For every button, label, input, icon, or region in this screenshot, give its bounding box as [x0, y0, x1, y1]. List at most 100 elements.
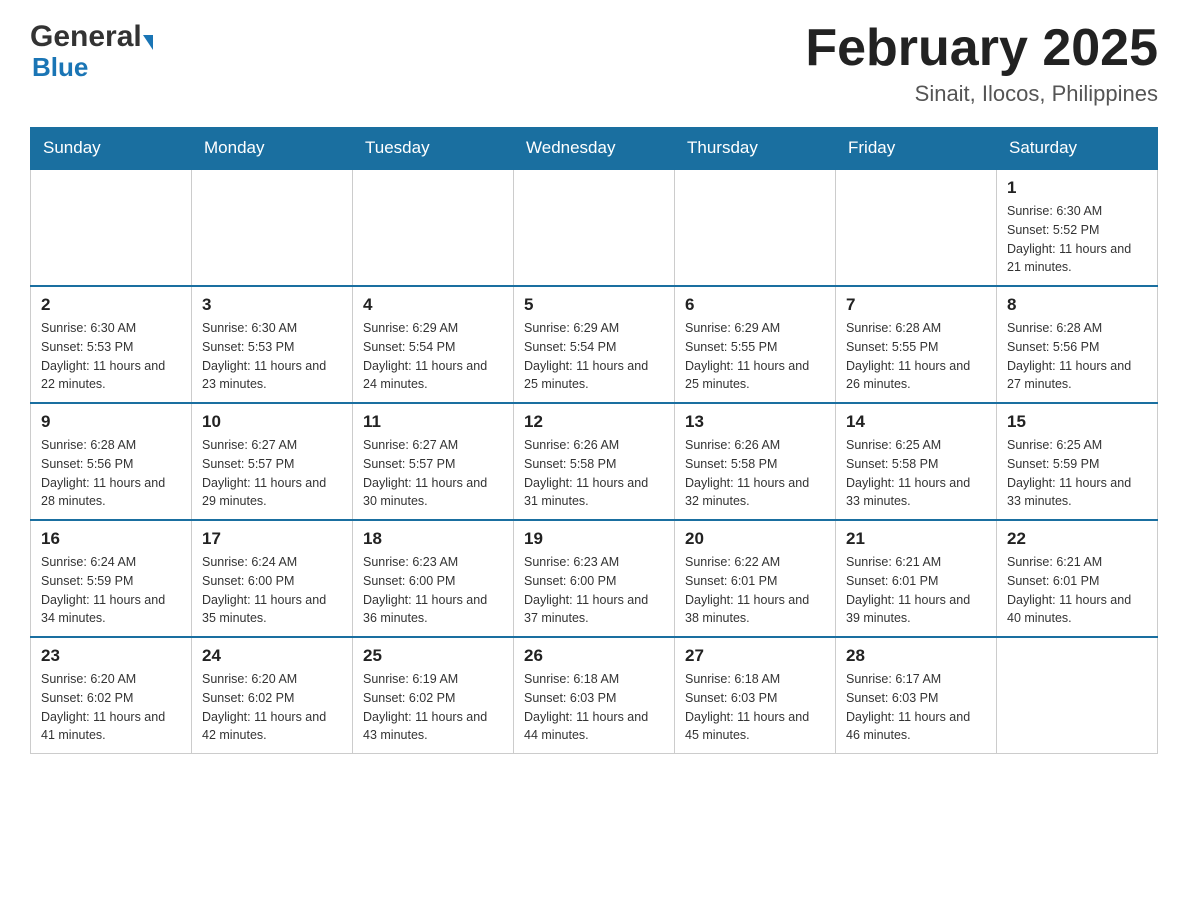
day-number: 26	[524, 646, 664, 666]
day-number: 18	[363, 529, 503, 549]
day-number: 1	[1007, 178, 1147, 198]
day-number: 28	[846, 646, 986, 666]
day-number: 5	[524, 295, 664, 315]
calendar-cell: 16 Sunrise: 6:24 AM Sunset: 5:59 PM Dayli…	[31, 520, 192, 637]
calendar-cell: 19 Sunrise: 6:23 AM Sunset: 6:00 PM Dayli…	[514, 520, 675, 637]
day-number: 12	[524, 412, 664, 432]
calendar-cell: 8 Sunrise: 6:28 AM Sunset: 5:56 PM Daylig…	[997, 286, 1158, 403]
day-info: Sunrise: 6:30 AM Sunset: 5:52 PM Dayligh…	[1007, 202, 1147, 277]
day-info: Sunrise: 6:19 AM Sunset: 6:02 PM Dayligh…	[363, 670, 503, 745]
calendar-table: SundayMondayTuesdayWednesdayThursdayFrid…	[30, 127, 1158, 754]
day-info: Sunrise: 6:29 AM Sunset: 5:54 PM Dayligh…	[363, 319, 503, 394]
day-number: 21	[846, 529, 986, 549]
day-info: Sunrise: 6:29 AM Sunset: 5:54 PM Dayligh…	[524, 319, 664, 394]
day-info: Sunrise: 6:23 AM Sunset: 6:00 PM Dayligh…	[524, 553, 664, 628]
calendar-cell: 28 Sunrise: 6:17 AM Sunset: 6:03 PM Dayli…	[836, 637, 997, 754]
calendar-cell	[836, 169, 997, 286]
calendar-cell: 7Sunrise: 6:28 AM Sunset: 5:55 PM Daylig…	[836, 286, 997, 403]
calendar-cell	[31, 169, 192, 286]
day-number: 3	[202, 295, 342, 315]
day-number: 13	[685, 412, 825, 432]
title-section: February 2025 Sinait, Ilocos, Philippine…	[805, 20, 1158, 107]
week-row-1: 2 Sunrise: 6:30 AM Sunset: 5:53 PM Daylig…	[31, 286, 1158, 403]
day-info: Sunrise: 6:28 AM Sunset: 5:56 PM Dayligh…	[41, 436, 181, 511]
weekday-header-tuesday: Tuesday	[353, 128, 514, 170]
day-info: Sunrise: 6:21 AM Sunset: 6:01 PM Dayligh…	[846, 553, 986, 628]
day-info: Sunrise: 6:22 AM Sunset: 6:01 PM Dayligh…	[685, 553, 825, 628]
weekday-header-wednesday: Wednesday	[514, 128, 675, 170]
calendar-cell: 12 Sunrise: 6:26 AM Sunset: 5:58 PM Dayli…	[514, 403, 675, 520]
calendar-cell: 26 Sunrise: 6:18 AM Sunset: 6:03 PM Dayli…	[514, 637, 675, 754]
week-row-2: 9 Sunrise: 6:28 AM Sunset: 5:56 PM Daylig…	[31, 403, 1158, 520]
weekday-header-friday: Friday	[836, 128, 997, 170]
day-info: Sunrise: 6:18 AM Sunset: 6:03 PM Dayligh…	[524, 670, 664, 745]
day-number: 17	[202, 529, 342, 549]
day-number: 6	[685, 295, 825, 315]
day-info: Sunrise: 6:27 AM Sunset: 5:57 PM Dayligh…	[202, 436, 342, 511]
day-info: Sunrise: 6:30 AM Sunset: 5:53 PM Dayligh…	[41, 319, 181, 394]
calendar-title: February 2025	[805, 20, 1158, 77]
calendar-cell	[675, 169, 836, 286]
day-number: 27	[685, 646, 825, 666]
calendar-cell: 5 Sunrise: 6:29 AM Sunset: 5:54 PM Daylig…	[514, 286, 675, 403]
calendar-cell: 22 Sunrise: 6:21 AM Sunset: 6:01 PM Dayli…	[997, 520, 1158, 637]
calendar-cell	[514, 169, 675, 286]
day-number: 2	[41, 295, 181, 315]
calendar-subtitle: Sinait, Ilocos, Philippines	[805, 81, 1158, 107]
week-row-0: 1 Sunrise: 6:30 AM Sunset: 5:52 PM Daylig…	[31, 169, 1158, 286]
day-info: Sunrise: 6:29 AM Sunset: 5:55 PM Dayligh…	[685, 319, 825, 394]
weekday-header-sunday: Sunday	[31, 128, 192, 170]
day-info: Sunrise: 6:24 AM Sunset: 5:59 PM Dayligh…	[41, 553, 181, 628]
day-number: 16	[41, 529, 181, 549]
day-info: Sunrise: 6:28 AM Sunset: 5:55 PM Dayligh…	[846, 319, 986, 394]
day-info: Sunrise: 6:20 AM Sunset: 6:02 PM Dayligh…	[41, 670, 181, 745]
day-number: 22	[1007, 529, 1147, 549]
day-number: 23	[41, 646, 181, 666]
logo-blue-text: Blue	[30, 52, 88, 83]
day-info: Sunrise: 6:30 AM Sunset: 5:53 PM Dayligh…	[202, 319, 342, 394]
logo-general-text: General	[30, 20, 142, 54]
calendar-cell: 21 Sunrise: 6:21 AM Sunset: 6:01 PM Dayli…	[836, 520, 997, 637]
day-info: Sunrise: 6:26 AM Sunset: 5:58 PM Dayligh…	[524, 436, 664, 511]
calendar-cell: 9 Sunrise: 6:28 AM Sunset: 5:56 PM Daylig…	[31, 403, 192, 520]
calendar-cell: 13 Sunrise: 6:26 AM Sunset: 5:58 PM Dayli…	[675, 403, 836, 520]
week-row-3: 16 Sunrise: 6:24 AM Sunset: 5:59 PM Dayli…	[31, 520, 1158, 637]
calendar-cell: 4 Sunrise: 6:29 AM Sunset: 5:54 PM Daylig…	[353, 286, 514, 403]
day-info: Sunrise: 6:25 AM Sunset: 5:58 PM Dayligh…	[846, 436, 986, 511]
weekday-header-saturday: Saturday	[997, 128, 1158, 170]
calendar-cell	[997, 637, 1158, 754]
day-number: 8	[1007, 295, 1147, 315]
calendar-cell: 3 Sunrise: 6:30 AM Sunset: 5:53 PM Daylig…	[192, 286, 353, 403]
day-number: 14	[846, 412, 986, 432]
calendar-cell: 1 Sunrise: 6:30 AM Sunset: 5:52 PM Daylig…	[997, 169, 1158, 286]
calendar-cell: 14 Sunrise: 6:25 AM Sunset: 5:58 PM Dayli…	[836, 403, 997, 520]
logo: General Blue	[30, 20, 153, 83]
day-number: 24	[202, 646, 342, 666]
day-info: Sunrise: 6:23 AM Sunset: 6:00 PM Dayligh…	[363, 553, 503, 628]
day-number: 19	[524, 529, 664, 549]
day-info: Sunrise: 6:20 AM Sunset: 6:02 PM Dayligh…	[202, 670, 342, 745]
day-info: Sunrise: 6:26 AM Sunset: 5:58 PM Dayligh…	[685, 436, 825, 511]
day-number: 9	[41, 412, 181, 432]
day-info: Sunrise: 6:17 AM Sunset: 6:03 PM Dayligh…	[846, 670, 986, 745]
day-number: 11	[363, 412, 503, 432]
day-number: 20	[685, 529, 825, 549]
calendar-cell: 11Sunrise: 6:27 AM Sunset: 5:57 PM Dayli…	[353, 403, 514, 520]
logo-arrow-icon	[143, 35, 153, 50]
day-info: Sunrise: 6:24 AM Sunset: 6:00 PM Dayligh…	[202, 553, 342, 628]
day-info: Sunrise: 6:28 AM Sunset: 5:56 PM Dayligh…	[1007, 319, 1147, 394]
calendar-cell: 10Sunrise: 6:27 AM Sunset: 5:57 PM Dayli…	[192, 403, 353, 520]
calendar-cell: 2 Sunrise: 6:30 AM Sunset: 5:53 PM Daylig…	[31, 286, 192, 403]
weekday-header-thursday: Thursday	[675, 128, 836, 170]
day-info: Sunrise: 6:18 AM Sunset: 6:03 PM Dayligh…	[685, 670, 825, 745]
page-header: General Blue February 2025 Sinait, Iloco…	[30, 20, 1158, 107]
weekday-header-monday: Monday	[192, 128, 353, 170]
calendar-cell	[353, 169, 514, 286]
day-number: 4	[363, 295, 503, 315]
calendar-cell: 20 Sunrise: 6:22 AM Sunset: 6:01 PM Dayli…	[675, 520, 836, 637]
day-number: 25	[363, 646, 503, 666]
calendar-cell: 27 Sunrise: 6:18 AM Sunset: 6:03 PM Dayli…	[675, 637, 836, 754]
calendar-cell: 17 Sunrise: 6:24 AM Sunset: 6:00 PM Dayli…	[192, 520, 353, 637]
day-info: Sunrise: 6:21 AM Sunset: 6:01 PM Dayligh…	[1007, 553, 1147, 628]
calendar-cell	[192, 169, 353, 286]
